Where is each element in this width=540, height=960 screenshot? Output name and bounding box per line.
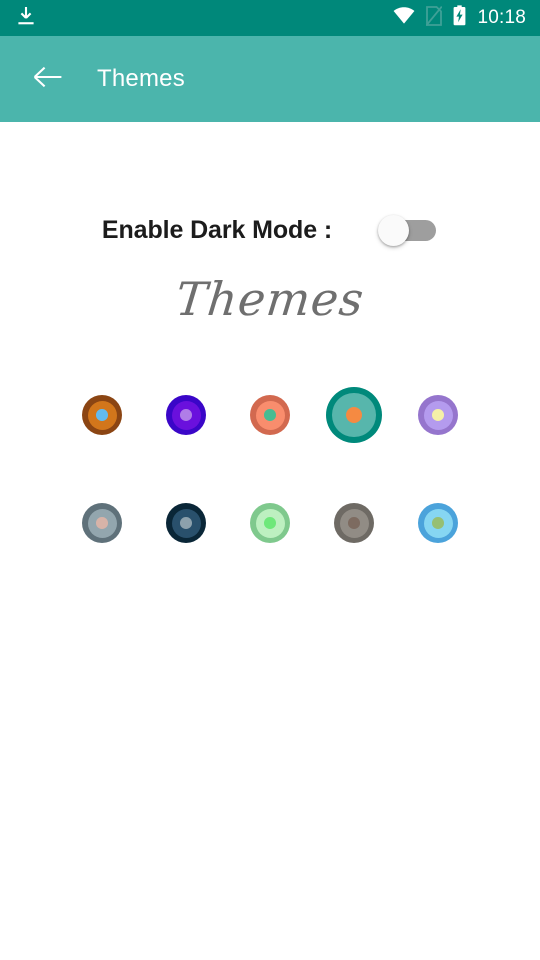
theme-swatch-mid-ring	[171, 508, 201, 538]
theme-indigo-violet[interactable]	[166, 395, 206, 435]
theme-swatch-mid-ring	[255, 508, 285, 538]
theme-swatch-accent-dot	[180, 409, 192, 421]
status-bar-right: 10:18	[393, 5, 526, 31]
theme-swatch-accent-dot	[180, 517, 192, 529]
download-icon	[16, 5, 36, 32]
content-area: Enable Dark Mode : Themes	[0, 122, 540, 960]
theme-swatch-cell[interactable]	[60, 492, 144, 554]
theme-swatch-mid-ring	[423, 508, 453, 538]
theme-swatch-cell[interactable]	[312, 492, 396, 554]
dark-mode-switch[interactable]	[378, 212, 438, 248]
wifi-icon	[393, 7, 415, 29]
no-sim-icon	[425, 5, 443, 31]
theme-teal-orange[interactable]	[326, 387, 382, 443]
back-button[interactable]	[26, 57, 70, 101]
theme-swatch-mid-ring	[171, 400, 201, 430]
theme-swatch-mid-ring	[332, 393, 376, 437]
theme-swatch-accent-dot	[345, 406, 363, 424]
battery-charging-icon	[453, 5, 466, 31]
theme-swatch-row-2	[0, 492, 540, 554]
theme-swatch-accent-dot	[96, 517, 108, 529]
theme-swatch-mid-ring	[423, 400, 453, 430]
theme-brown-orange[interactable]	[82, 395, 122, 435]
theme-swatch-cell[interactable]	[60, 384, 144, 446]
theme-mint-green[interactable]	[250, 503, 290, 543]
theme-swatch-accent-dot	[432, 409, 444, 421]
theme-swatch-mid-ring	[87, 508, 117, 538]
status-clock: 10:18	[477, 7, 526, 28]
theme-swatch-cell[interactable]	[144, 384, 228, 446]
theme-sky-olive[interactable]	[418, 503, 458, 543]
theme-swatch-mid-ring	[87, 400, 117, 430]
switch-thumb	[378, 215, 410, 246]
theme-swatch-accent-dot	[432, 517, 444, 529]
status-bar-left	[16, 5, 36, 32]
theme-swatch-accent-dot	[348, 517, 360, 529]
themes-heading: Themes	[173, 272, 367, 326]
theme-gray-brown[interactable]	[334, 503, 374, 543]
theme-swatch-cell[interactable]	[396, 492, 480, 554]
page-title: Themes	[97, 65, 185, 92]
dark-mode-label: Enable Dark Mode :	[101, 215, 333, 244]
theme-swatch-row-1	[0, 384, 540, 446]
theme-swatch-cell[interactable]	[144, 492, 228, 554]
theme-navy-gray[interactable]	[166, 503, 206, 543]
back-arrow-icon	[33, 65, 63, 94]
theme-swatch-cell[interactable]	[396, 384, 480, 446]
theme-swatch-accent-dot	[96, 409, 108, 421]
app-toolbar: Themes	[0, 36, 540, 128]
theme-swatch-accent-dot	[264, 409, 276, 421]
theme-swatch-grid	[0, 384, 540, 554]
theme-salmon-green[interactable]	[250, 395, 290, 435]
theme-swatch-accent-dot	[264, 517, 276, 529]
theme-swatch-cell[interactable]	[228, 492, 312, 554]
theme-slate-pink[interactable]	[82, 503, 122, 543]
theme-purple-yellow[interactable]	[418, 395, 458, 435]
dark-mode-row: Enable Dark Mode :	[0, 212, 540, 248]
theme-swatch-mid-ring	[339, 508, 369, 538]
theme-swatch-cell[interactable]	[228, 384, 312, 446]
theme-swatch-cell[interactable]	[312, 384, 396, 446]
status-bar: 10:18	[0, 0, 540, 36]
theme-swatch-mid-ring	[255, 400, 285, 430]
